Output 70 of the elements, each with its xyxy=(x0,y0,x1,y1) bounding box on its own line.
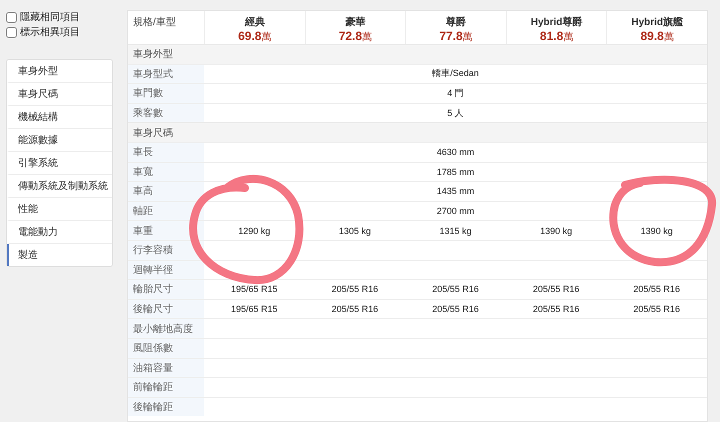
table-cell: 轎車/Sedan xyxy=(432,67,479,80)
table-cell: 4 門 xyxy=(447,86,464,100)
table-cell: 1305 kg xyxy=(338,226,371,236)
table-cell: 4630 mm xyxy=(436,147,474,158)
model-name: 尊爵 xyxy=(446,15,466,29)
section-label: 車身尺碼 xyxy=(133,126,173,140)
sidebar-item[interactable]: 性能 xyxy=(7,198,112,221)
table-cell: 2700 mm xyxy=(436,206,474,216)
table-cell: 205/55 R16 xyxy=(432,284,479,294)
price: 81.8 xyxy=(540,29,564,43)
table-cell: 205/55 R16 xyxy=(532,304,580,314)
table-cell: 1390 kg xyxy=(540,226,572,236)
table-cell: 195/65 R15 xyxy=(231,304,278,314)
spec-label: 輪胎尺寸 xyxy=(133,282,173,296)
corner-label: 規格/車型 xyxy=(133,17,176,28)
table-cell: 205/55 R16 xyxy=(633,304,680,314)
table-cell: 205/55 R16 xyxy=(332,304,378,314)
spec-label: 油箱容量 xyxy=(133,362,173,375)
table-cell: 205/55 R16 xyxy=(633,284,680,294)
spec-label: 車重 xyxy=(133,224,153,238)
sidebar-item[interactable]: 車身尺碼 xyxy=(7,83,112,106)
price: 69.8 xyxy=(238,29,262,43)
spec-label: 車寬 xyxy=(133,166,153,179)
spec-label: 車門數 xyxy=(133,86,163,100)
spec-label: 後輪尺寸 xyxy=(133,302,173,316)
price-unit: 萬 xyxy=(462,32,473,43)
spec-label: 前輪輪距 xyxy=(133,381,173,394)
price-unit: 萬 xyxy=(261,32,272,43)
price-unit: 萬 xyxy=(362,32,372,43)
table-cell: 195/65 R15 xyxy=(231,284,278,294)
sidebar-item[interactable]: 電能動力 xyxy=(7,221,112,244)
table-cell: 1315 kg xyxy=(439,226,472,236)
spec-label: 行李容積 xyxy=(133,244,173,258)
table-cell: 5 人 xyxy=(447,106,464,120)
checkbox[interactable] xyxy=(6,12,17,22)
table-cell: 205/55 R16 xyxy=(532,284,580,294)
price-unit: 萬 xyxy=(664,32,674,43)
spec-label: 車長 xyxy=(133,146,153,160)
model-name: Hybrid尊爵 xyxy=(530,15,582,29)
spec-label: 風阻係數 xyxy=(133,342,173,356)
table-cell: 1785 mm xyxy=(436,166,474,177)
table-cell: 205/55 R16 xyxy=(432,304,479,314)
section-label: 車身外型 xyxy=(133,48,173,62)
sidebar-item[interactable]: 車身外型 xyxy=(7,60,112,83)
sidebar-item[interactable]: 引擎系統 xyxy=(7,152,112,175)
spec-label: 車身型式 xyxy=(133,68,173,81)
price: 77.8 xyxy=(439,29,463,43)
spec-label: 軸距 xyxy=(133,204,153,218)
checkbox-option[interactable]: 標示相異項目 xyxy=(6,25,113,39)
model-name: 經典 xyxy=(244,16,265,29)
table-cell: 1435 mm xyxy=(436,186,474,196)
model-name: Hybrid旗艦 xyxy=(631,16,684,29)
sidebar-item[interactable]: 傳動系統及制動系統 xyxy=(7,175,112,198)
spec-label: 後輪輪距 xyxy=(133,400,173,414)
price: 89.8 xyxy=(640,29,664,43)
price-unit: 萬 xyxy=(563,32,574,43)
spec-label: 迴轉半徑 xyxy=(133,264,173,277)
table-cell: 1390 kg xyxy=(640,226,673,236)
table-cell: 1290 kg xyxy=(238,226,270,236)
price: 72.8 xyxy=(338,29,362,43)
sidebar-item[interactable]: 機械結構 xyxy=(7,106,112,129)
sidebar-item[interactable]: 製造 xyxy=(7,244,112,266)
model-name: 豪華 xyxy=(345,16,366,29)
sidebar-item[interactable]: 能源數據 xyxy=(7,129,112,152)
spec-label: 乘客數 xyxy=(133,106,163,120)
spec-label: 車高 xyxy=(133,184,153,198)
table-cell: 205/55 R16 xyxy=(332,284,378,294)
checkbox-option[interactable]: 隱藏相同項目 xyxy=(6,10,113,24)
checkbox[interactable] xyxy=(6,26,17,38)
spec-label: 最小離地高度 xyxy=(133,322,193,336)
